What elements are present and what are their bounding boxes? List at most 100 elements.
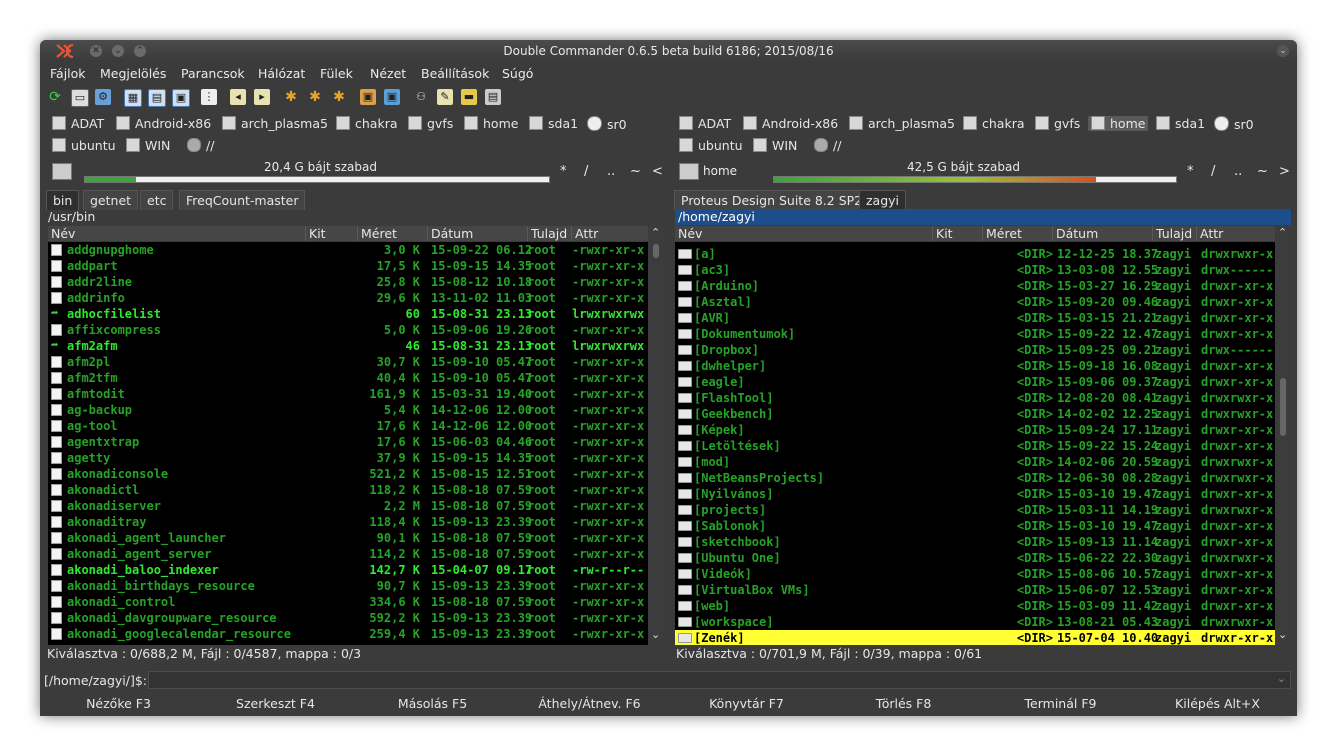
folder-icon[interactable]: ▬ <box>461 89 477 105</box>
nav-left-arrow-button[interactable]: < <box>652 164 663 179</box>
fkey-copy-button[interactable]: Másolás F5 <box>354 696 511 711</box>
right-path[interactable]: /home/zagyi <box>675 209 1291 225</box>
brief-view-icon[interactable]: ▦ <box>124 89 142 107</box>
columns-view-icon[interactable]: ▤ <box>148 89 166 107</box>
folder-row[interactable]: [NetBeansProjects] <DIR> 12-06-30 08.28 zag… <box>675 470 1275 486</box>
file-row[interactable]: akonadi_baloo_indexer 142,7 K 15-04-07 09.… <box>48 562 648 578</box>
folder-row[interactable]: [Dokumentumok] <DIR> 15-09-22 12.47 zagyi dr… <box>675 326 1275 342</box>
drive-button-ubuntu[interactable]: ubuntu <box>679 138 743 153</box>
tab-freqcount-master[interactable]: FreqCount-master <box>179 190 306 210</box>
drive-button-sda1[interactable]: sda1 <box>529 116 578 131</box>
column-name[interactable]: Név <box>675 226 932 241</box>
column-date[interactable]: Dátum <box>1052 226 1152 241</box>
file-row[interactable]: afmtodit 161,9 K 15-03-31 19.40 root -rwxr-x… <box>48 386 648 402</box>
drive-button-gvfs[interactable]: gvfs <box>408 116 453 131</box>
folder-row[interactable]: [Nyilvános] <DIR> 15-03-10 19.47 zagyi drwxr… <box>675 486 1275 502</box>
sync-dirs-icon[interactable]: ✱ <box>331 89 347 105</box>
column-owner[interactable]: Tulajd <box>1152 226 1196 241</box>
folder-row[interactable]: [projects] <DIR> 15-03-11 14.19 zagyi drwxrw… <box>675 502 1275 518</box>
menu-view[interactable]: Nézet <box>370 66 406 81</box>
tree-view-icon[interactable]: ⋮ <box>201 89 217 105</box>
terminal-icon[interactable]: ▭ <box>71 89 89 107</box>
nav-slash-button[interactable]: / <box>584 164 588 179</box>
fkey-terminal-button[interactable]: Terminál F9 <box>982 696 1139 711</box>
file-row[interactable]: affixcompress 5,0 K 15-09-06 19.26 root -rwx… <box>48 322 648 338</box>
menu-help[interactable]: Súgó <box>502 66 533 81</box>
folder-row[interactable]: [FlashTool] <DIR> 12-08-20 08.41 zagyi drwxr… <box>675 390 1275 406</box>
left-file-list[interactable]: addgnupghome 3,0 K 15-09-22 06.12 root -rwxr… <box>48 242 648 645</box>
tab-proteus[interactable]: Proteus Design Suite 8.2 SP2 <box>674 190 870 210</box>
unpack-files-icon[interactable]: ▣ <box>384 89 400 105</box>
nav-home-button[interactable]: ~ <box>1257 164 1268 179</box>
column-ext[interactable]: Kit <box>932 226 982 241</box>
column-name[interactable]: Név <box>48 226 305 241</box>
nav-right-arrow-button[interactable]: > <box>1279 164 1290 179</box>
drive-button-home[interactable]: home <box>1088 116 1149 131</box>
compare-icon[interactable]: ⚇ <box>413 89 429 105</box>
nav-up-button[interactable]: .. <box>607 164 615 179</box>
window-menu-icon[interactable]: ⌄ <box>1277 45 1289 57</box>
folder-row[interactable]: [Asztal] <DIR> 15-09-20 09.46 zagyi drwxr-xr… <box>675 294 1275 310</box>
drive-button-home[interactable]: home <box>464 116 518 131</box>
file-row[interactable]: afm2tfm 40,4 K 15-09-10 05.47 root -rwxr-xr-… <box>48 370 648 386</box>
folder-row[interactable]: [Videók] <DIR> 15-08-06 10.57 zagyi drwxr-xr… <box>675 566 1275 582</box>
column-size[interactable]: Méret <box>357 226 427 241</box>
file-row[interactable]: akonadi_agent_server 114,2 K 15-08-18 07.5… <box>48 546 648 562</box>
drive-button-sda1[interactable]: sda1 <box>1156 116 1205 131</box>
file-row[interactable]: akonadiserver 2,2 M 15-08-18 07.59 root -rwx… <box>48 498 648 514</box>
right-scrollbar[interactable]: ⌃ ⌄ <box>1276 226 1290 645</box>
file-row[interactable]: akonadictl 118,2 K 15-08-18 07.59 root -rwxr… <box>48 482 648 498</box>
file-row[interactable]: akonadi_googlecalendar_resource 259,4 K 15… <box>48 626 648 642</box>
drive-button-win[interactable]: WIN <box>753 138 797 153</box>
folder-row[interactable]: [sketchbook] <DIR> 15-09-13 11.14 zagyi drwx… <box>675 534 1275 550</box>
menu-network[interactable]: Hálózat <box>258 66 305 81</box>
folder-row[interactable]: [mod] <DIR> 14-02-06 20.59 zagyi drwxrwxr-x <box>675 454 1275 470</box>
menu-commands[interactable]: Parancsok <box>181 66 245 81</box>
drive-button-win[interactable]: WIN <box>126 138 170 153</box>
file-row[interactable]: ag-tool 17,6 K 14-12-06 12.00 root -rwxr-xr-… <box>48 418 648 434</box>
column-date[interactable]: Dátum <box>427 226 527 241</box>
drive-button-ubuntu[interactable]: ubuntu <box>52 138 116 153</box>
file-row[interactable]: agetty 37,9 K 15-09-15 14.35 root -rwxr-xr-x <box>48 450 648 466</box>
folder-row[interactable]: [dwhelper] <DIR> 15-09-18 16.08 zagyi drwxr-… <box>675 358 1275 374</box>
menu-tabs[interactable]: Fülek <box>320 66 353 81</box>
folder-row[interactable]: [Zenék] <DIR> 15-07-04 10.40 zagyi drwxr-xr-… <box>675 630 1275 645</box>
file-row[interactable]: akonadi_birthdays_resource 90,7 K 15-09-13… <box>48 578 648 594</box>
copy-to-right-icon[interactable]: ▸ <box>254 89 270 105</box>
fkey-exit-button[interactable]: Kilépés Alt+X <box>1139 696 1296 711</box>
drive-button-network[interactable]: // <box>814 138 841 153</box>
column-attr[interactable]: Attr <box>1196 226 1275 241</box>
file-row[interactable]: akonaditray 118,4 K 15-09-13 23.39 root -rwx… <box>48 514 648 530</box>
column-owner[interactable]: Tulajd <box>527 226 571 241</box>
scroll-up-icon[interactable]: ⌃ <box>651 226 660 239</box>
folder-row[interactable]: [a] <DIR> 12-12-25 18.37 zagyi drwxrwxr-x <box>675 246 1275 262</box>
file-row[interactable]: addgnupghome 3,0 K 15-09-22 06.12 root -rwxr… <box>48 242 648 258</box>
drive-button-arch-plasma5[interactable]: arch_plasma5 <box>222 116 328 131</box>
file-row[interactable]: addrinfo 29,6 K 13-11-02 11.03 root -rwxr-xr… <box>48 290 648 306</box>
fkey-move-button[interactable]: Áthely/Átnev. F6 <box>511 696 668 711</box>
nav-home-button[interactable]: ~ <box>630 164 641 179</box>
folder-row[interactable]: [Geekbench] <DIR> 14-02-02 12.25 zagyi drwxr… <box>675 406 1275 422</box>
right-file-list[interactable]: [a] <DIR> 12-12-25 18.37 zagyi drwxrwxr-x [ac… <box>675 242 1275 645</box>
folder-row[interactable]: [AVR] <DIR> 15-03-15 21.21 zagyi drwxr-xr-x <box>675 310 1275 326</box>
fkey-mkdir-button[interactable]: Könyvtár F7 <box>668 696 825 711</box>
command-input[interactable]: ⌄ <box>148 671 1291 689</box>
fkey-edit-button[interactable]: Szerkeszt F4 <box>197 696 354 711</box>
folder-row[interactable]: [web] <DIR> 15-03-09 11.42 zagyi drwxr-xr-x <box>675 598 1275 614</box>
folder-row[interactable]: [Képek] <DIR> 15-09-24 17.11 zagyi drwxr-xr-… <box>675 422 1275 438</box>
nav-slash-button[interactable]: / <box>1211 164 1215 179</box>
history-dropdown-icon[interactable]: ⌄ <box>1277 672 1286 685</box>
drive-button-android-x86[interactable]: Android-x86 <box>743 116 838 131</box>
file-row[interactable]: ➦ afm2afm 46 15-08-31 23.13 root lrwxrwxrwx <box>48 338 648 354</box>
drive-button-network[interactable]: // <box>187 138 214 153</box>
folder-row[interactable]: [ac3] <DIR> 13-03-08 12.55 zagyi drwx------ <box>675 262 1275 278</box>
tab-zagyi[interactable]: zagyi <box>859 190 907 210</box>
column-size[interactable]: Méret <box>982 226 1052 241</box>
folder-row[interactable]: [Arduino] <DIR> 15-03-27 16.29 zagyi drwxr-x… <box>675 278 1275 294</box>
scroll-thumb[interactable] <box>653 244 659 258</box>
tab-bin[interactable]: bin <box>46 190 80 210</box>
scroll-down-icon[interactable]: ⌄ <box>1278 628 1287 641</box>
thumbnails-view-icon[interactable]: ▣ <box>172 89 190 107</box>
fkey-view-button[interactable]: Nézőke F3 <box>40 696 197 711</box>
folder-row[interactable]: [Letöltések] <DIR> 15-09-22 15.24 zagyi drwx… <box>675 438 1275 454</box>
